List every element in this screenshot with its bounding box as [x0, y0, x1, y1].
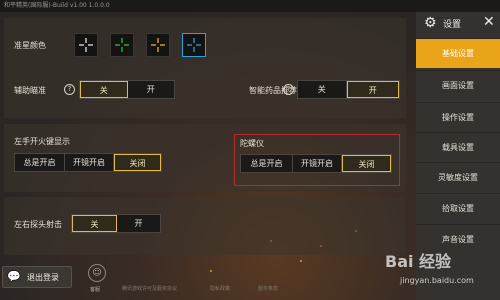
- peek-fire-label: 左右探头射击: [14, 220, 62, 229]
- sidebar-item-graphics[interactable]: 画面设置: [416, 70, 500, 100]
- aim-assist-off-option[interactable]: 关: [80, 81, 128, 98]
- spark-decoration: [300, 260, 302, 262]
- gear-icon: ⚙: [424, 15, 437, 31]
- left-fire-label: 左手开火键显示: [14, 137, 70, 146]
- aim-assist-label: 辅助瞄准: [14, 86, 46, 95]
- baidu-watermark: Bai 经验: [385, 252, 452, 271]
- peek-fire-on-option[interactable]: 开: [117, 215, 160, 232]
- sidebar-item-sensitivity[interactable]: 灵敏度设置: [416, 162, 500, 192]
- terms-link[interactable]: 服务条款: [258, 285, 278, 292]
- sidebar-title: 设置: [443, 20, 462, 30]
- crosshair-icon: [115, 38, 129, 52]
- sidebar-item-controls[interactable]: 操作设置: [416, 102, 500, 132]
- aim-assist-on-option[interactable]: 开: [128, 81, 175, 98]
- customer-service-icon[interactable]: ☺: [88, 264, 106, 282]
- watermark-url: jingyan.baidu.com: [400, 276, 474, 285]
- crosshair-yellow-option[interactable]: [146, 33, 170, 57]
- wechat-icon: 💬: [7, 270, 21, 283]
- crosshair-icon: [187, 38, 201, 52]
- sidebar-item-vehicle[interactable]: 载具设置: [416, 132, 500, 162]
- smart-meds-off-option[interactable]: 关: [298, 81, 347, 98]
- crosshair-green-option[interactable]: [110, 33, 134, 57]
- gyro-scope-option[interactable]: 开镜开启: [293, 155, 342, 172]
- smart-meds-toggle: 关 开: [297, 80, 400, 99]
- aim-assist-toggle: 关 开: [79, 80, 175, 99]
- smart-meds-help-icon[interactable]: ?: [283, 84, 294, 95]
- spark-decoration: [210, 270, 212, 272]
- sidebar-header: ⚙ 设置 ✕: [416, 12, 500, 34]
- crosshair-icon: [79, 38, 93, 52]
- sidebar-item-basic[interactable]: 基础设置: [416, 38, 500, 68]
- left-fire-always-option[interactable]: 总是开启: [15, 154, 65, 171]
- peek-fire-off-option[interactable]: 关: [72, 215, 117, 232]
- window-title: 和平精英(国际服)-Build v1.00 1.0.0.0: [0, 0, 500, 12]
- peek-section: [4, 197, 406, 255]
- gyro-selector: 总是开启 开镜开启 关闭: [240, 154, 392, 173]
- aim-assist-help-icon[interactable]: ?: [64, 84, 75, 95]
- left-fire-off-option[interactable]: 关闭: [114, 154, 161, 171]
- logout-button[interactable]: 💬 退出登录: [2, 266, 72, 288]
- close-icon[interactable]: ✕: [483, 14, 495, 30]
- crosshair-blue-option[interactable]: [182, 33, 206, 57]
- peek-fire-toggle: 关 开: [71, 214, 161, 233]
- gyro-label: 陀螺仪: [240, 139, 264, 148]
- customer-service-label: 客服: [90, 287, 101, 293]
- app-window: 和平精英(国际服)-Build v1.00 1.0.0.0 准星颜色 辅助瞄准 …: [0, 0, 500, 300]
- sidebar-item-pickup[interactable]: 拾取设置: [416, 193, 500, 223]
- crosshair-icon: [151, 38, 165, 52]
- license-link[interactable]: 腾讯游戏许可及服务协议: [122, 285, 177, 292]
- left-fire-scope-option[interactable]: 开镜开启: [65, 154, 114, 171]
- smart-meds-on-option[interactable]: 开: [346, 81, 399, 98]
- privacy-link[interactable]: 隐私政策: [210, 285, 230, 292]
- crosshair-color-label: 准星颜色: [14, 41, 46, 50]
- gyro-always-option[interactable]: 总是开启: [241, 155, 293, 172]
- left-fire-selector: 总是开启 开镜开启 关闭: [14, 153, 162, 172]
- crosshair-white-option[interactable]: [74, 33, 98, 57]
- logout-label: 退出登录: [27, 273, 59, 282]
- gyro-off-option[interactable]: 关闭: [342, 155, 391, 172]
